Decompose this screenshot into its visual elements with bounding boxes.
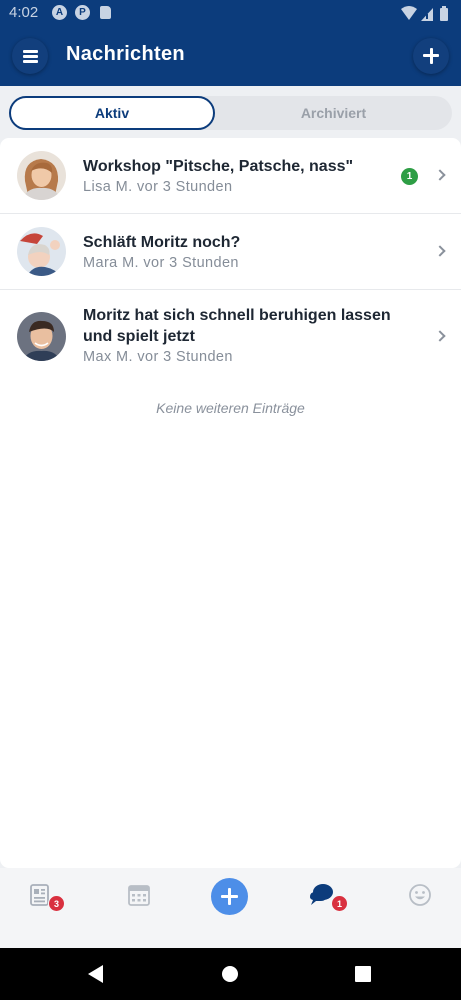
system-nav-bar [0, 948, 461, 1000]
unread-count-badge: 1 [401, 168, 418, 185]
message-title: Moritz hat sich schnell beruhigen lassen… [83, 307, 391, 345]
message-meta: Mara M. vor 3 Stunden [83, 255, 239, 271]
avatar [17, 227, 66, 276]
content-area: Aktiv Archiviert Workshop "Pitsche, Pats… [0, 86, 461, 868]
sd-card-icon [100, 6, 111, 19]
system-status-icons [401, 6, 448, 21]
tab-messages[interactable]: 1 [309, 883, 348, 912]
app-bar: Nachrichten [0, 27, 461, 86]
notification-a-icon: A [52, 5, 67, 20]
tab-switcher: Aktiv Archiviert [9, 96, 452, 130]
home-icon[interactable] [222, 966, 238, 982]
menu-button[interactable] [12, 38, 48, 74]
empty-state-note: Keine weiteren Einträge [156, 400, 305, 416]
recents-icon[interactable] [355, 966, 371, 982]
message-meta: Max M. vor 3 Stunden [83, 349, 233, 365]
notification-p-icon: P [75, 5, 90, 20]
messages-badge: 1 [331, 895, 348, 912]
avatar [17, 151, 66, 200]
chevron-right-icon [434, 330, 446, 342]
bottom-tab-bar: 3 1 [0, 868, 461, 948]
avatar [17, 312, 66, 361]
message-row[interactable]: Schläft Moritz noch? Mara M. vor 3 Stund… [0, 214, 461, 290]
message-title: Workshop "Pitsche, Patsche, nass" [83, 158, 354, 175]
calendar-icon [128, 885, 150, 906]
message-row[interactable]: Moritz hat sich schnell beruhigen lassen… [0, 290, 461, 383]
tab-news[interactable]: 3 [28, 883, 65, 912]
status-bar: 4:02 A P [0, 0, 461, 27]
back-icon[interactable] [88, 965, 103, 983]
chevron-right-icon [434, 245, 446, 257]
tab-calendar[interactable] [127, 883, 151, 907]
status-time: 4:02 [9, 4, 39, 21]
chevron-right-icon [434, 169, 446, 181]
message-row[interactable]: Workshop "Pitsche, Patsche, nass" Lisa M… [0, 138, 461, 214]
add-button[interactable] [211, 878, 248, 915]
message-title: Schläft Moritz noch? [83, 234, 241, 251]
page-title: Nachrichten [66, 43, 185, 65]
new-message-button[interactable] [413, 38, 449, 74]
tab-profile[interactable] [408, 883, 432, 907]
message-list: Workshop "Pitsche, Patsche, nass" Lisa M… [0, 138, 461, 868]
message-meta: Lisa M. vor 3 Stunden [83, 179, 233, 195]
smiley-icon [409, 884, 431, 906]
news-badge: 3 [48, 895, 65, 912]
tab-archiviert[interactable]: Archiviert [215, 96, 452, 130]
tab-aktiv[interactable]: Aktiv [9, 96, 215, 130]
